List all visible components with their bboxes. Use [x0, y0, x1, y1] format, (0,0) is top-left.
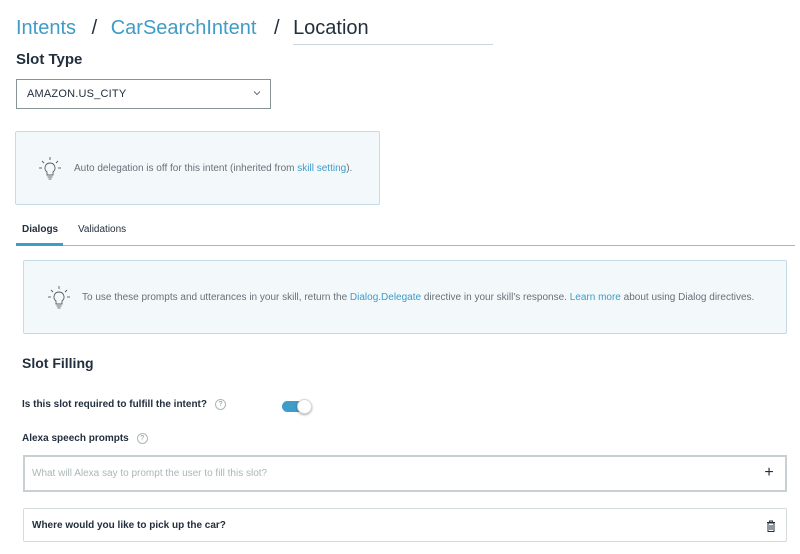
lightbulb-icon [39, 157, 61, 180]
breadcrumb-separator: / [273, 17, 280, 39]
slot-required-toggle[interactable] [282, 399, 312, 414]
slot-filling-heading: Slot Filling [22, 355, 94, 371]
dialog-info-text-1: To use these prompts and utterances in y… [82, 292, 350, 303]
breadcrumb-intents-link[interactable]: Intents [16, 17, 76, 39]
slot-type-value: AMAZON.US_CITY [27, 88, 127, 100]
auto-delegation-notice: Auto delegation is off for this intent (… [15, 131, 380, 205]
add-prompt-button[interactable]: + [760, 464, 778, 482]
dialog-info-text-2: directive in your skill's response. [421, 292, 570, 303]
skill-setting-link[interactable]: skill setting [297, 163, 346, 174]
trash-icon[interactable] [766, 520, 776, 532]
tab-dialogs[interactable]: Dialogs [22, 224, 58, 235]
slot-required-question: Is this slot required to fulfill the int… [22, 399, 226, 410]
slot-type-select[interactable]: AMAZON.US_CITY [16, 79, 271, 109]
alexa-speech-prompts-label: Alexa speech prompts [22, 433, 129, 445]
breadcrumb: Intents / CarSearchIntent / Location [16, 14, 494, 45]
learn-more-link[interactable]: Learn more [570, 292, 621, 303]
breadcrumb-separator: / [91, 17, 98, 39]
dialog-delegate-text: To use these prompts and utterances in y… [82, 292, 754, 303]
dialog-info-text-3: about using Dialog directives. [620, 292, 755, 303]
slot-type-heading: Slot Type [16, 51, 83, 68]
lightbulb-icon [48, 286, 70, 309]
slot-required-label: Is this slot required to fulfill the int… [22, 399, 207, 411]
tabs-divider [16, 245, 795, 246]
slot-name-field[interactable]: Location [293, 14, 494, 45]
plus-icon: + [764, 464, 774, 481]
toggle-knob [297, 399, 312, 414]
speech-prompt-text[interactable]: Where would you like to pick up the car? [32, 520, 226, 531]
active-tab-indicator [16, 243, 63, 246]
tab-validations[interactable]: Validations [78, 224, 126, 235]
breadcrumb-carsearchintent-link[interactable]: CarSearchIntent [111, 17, 257, 39]
dialog-delegate-notice: To use these prompts and utterances in y… [23, 260, 787, 334]
dialog-delegate-link[interactable]: Dialog.Delegate [350, 292, 421, 303]
chevron-down-icon [253, 91, 261, 96]
speech-prompt-input[interactable] [23, 455, 787, 492]
list-item[interactable]: Where would you like to pick up the car? [23, 508, 787, 542]
alexa-speech-prompts-heading: Alexa speech prompts? [22, 433, 148, 444]
help-icon[interactable]: ? [215, 399, 226, 410]
auto-delegation-text-before: Auto delegation is off for this intent (… [74, 163, 298, 174]
auto-delegation-text-after: ). [346, 163, 353, 174]
help-icon[interactable]: ? [136, 433, 148, 444]
auto-delegation-text: Auto delegation is off for this intent (… [74, 163, 352, 174]
